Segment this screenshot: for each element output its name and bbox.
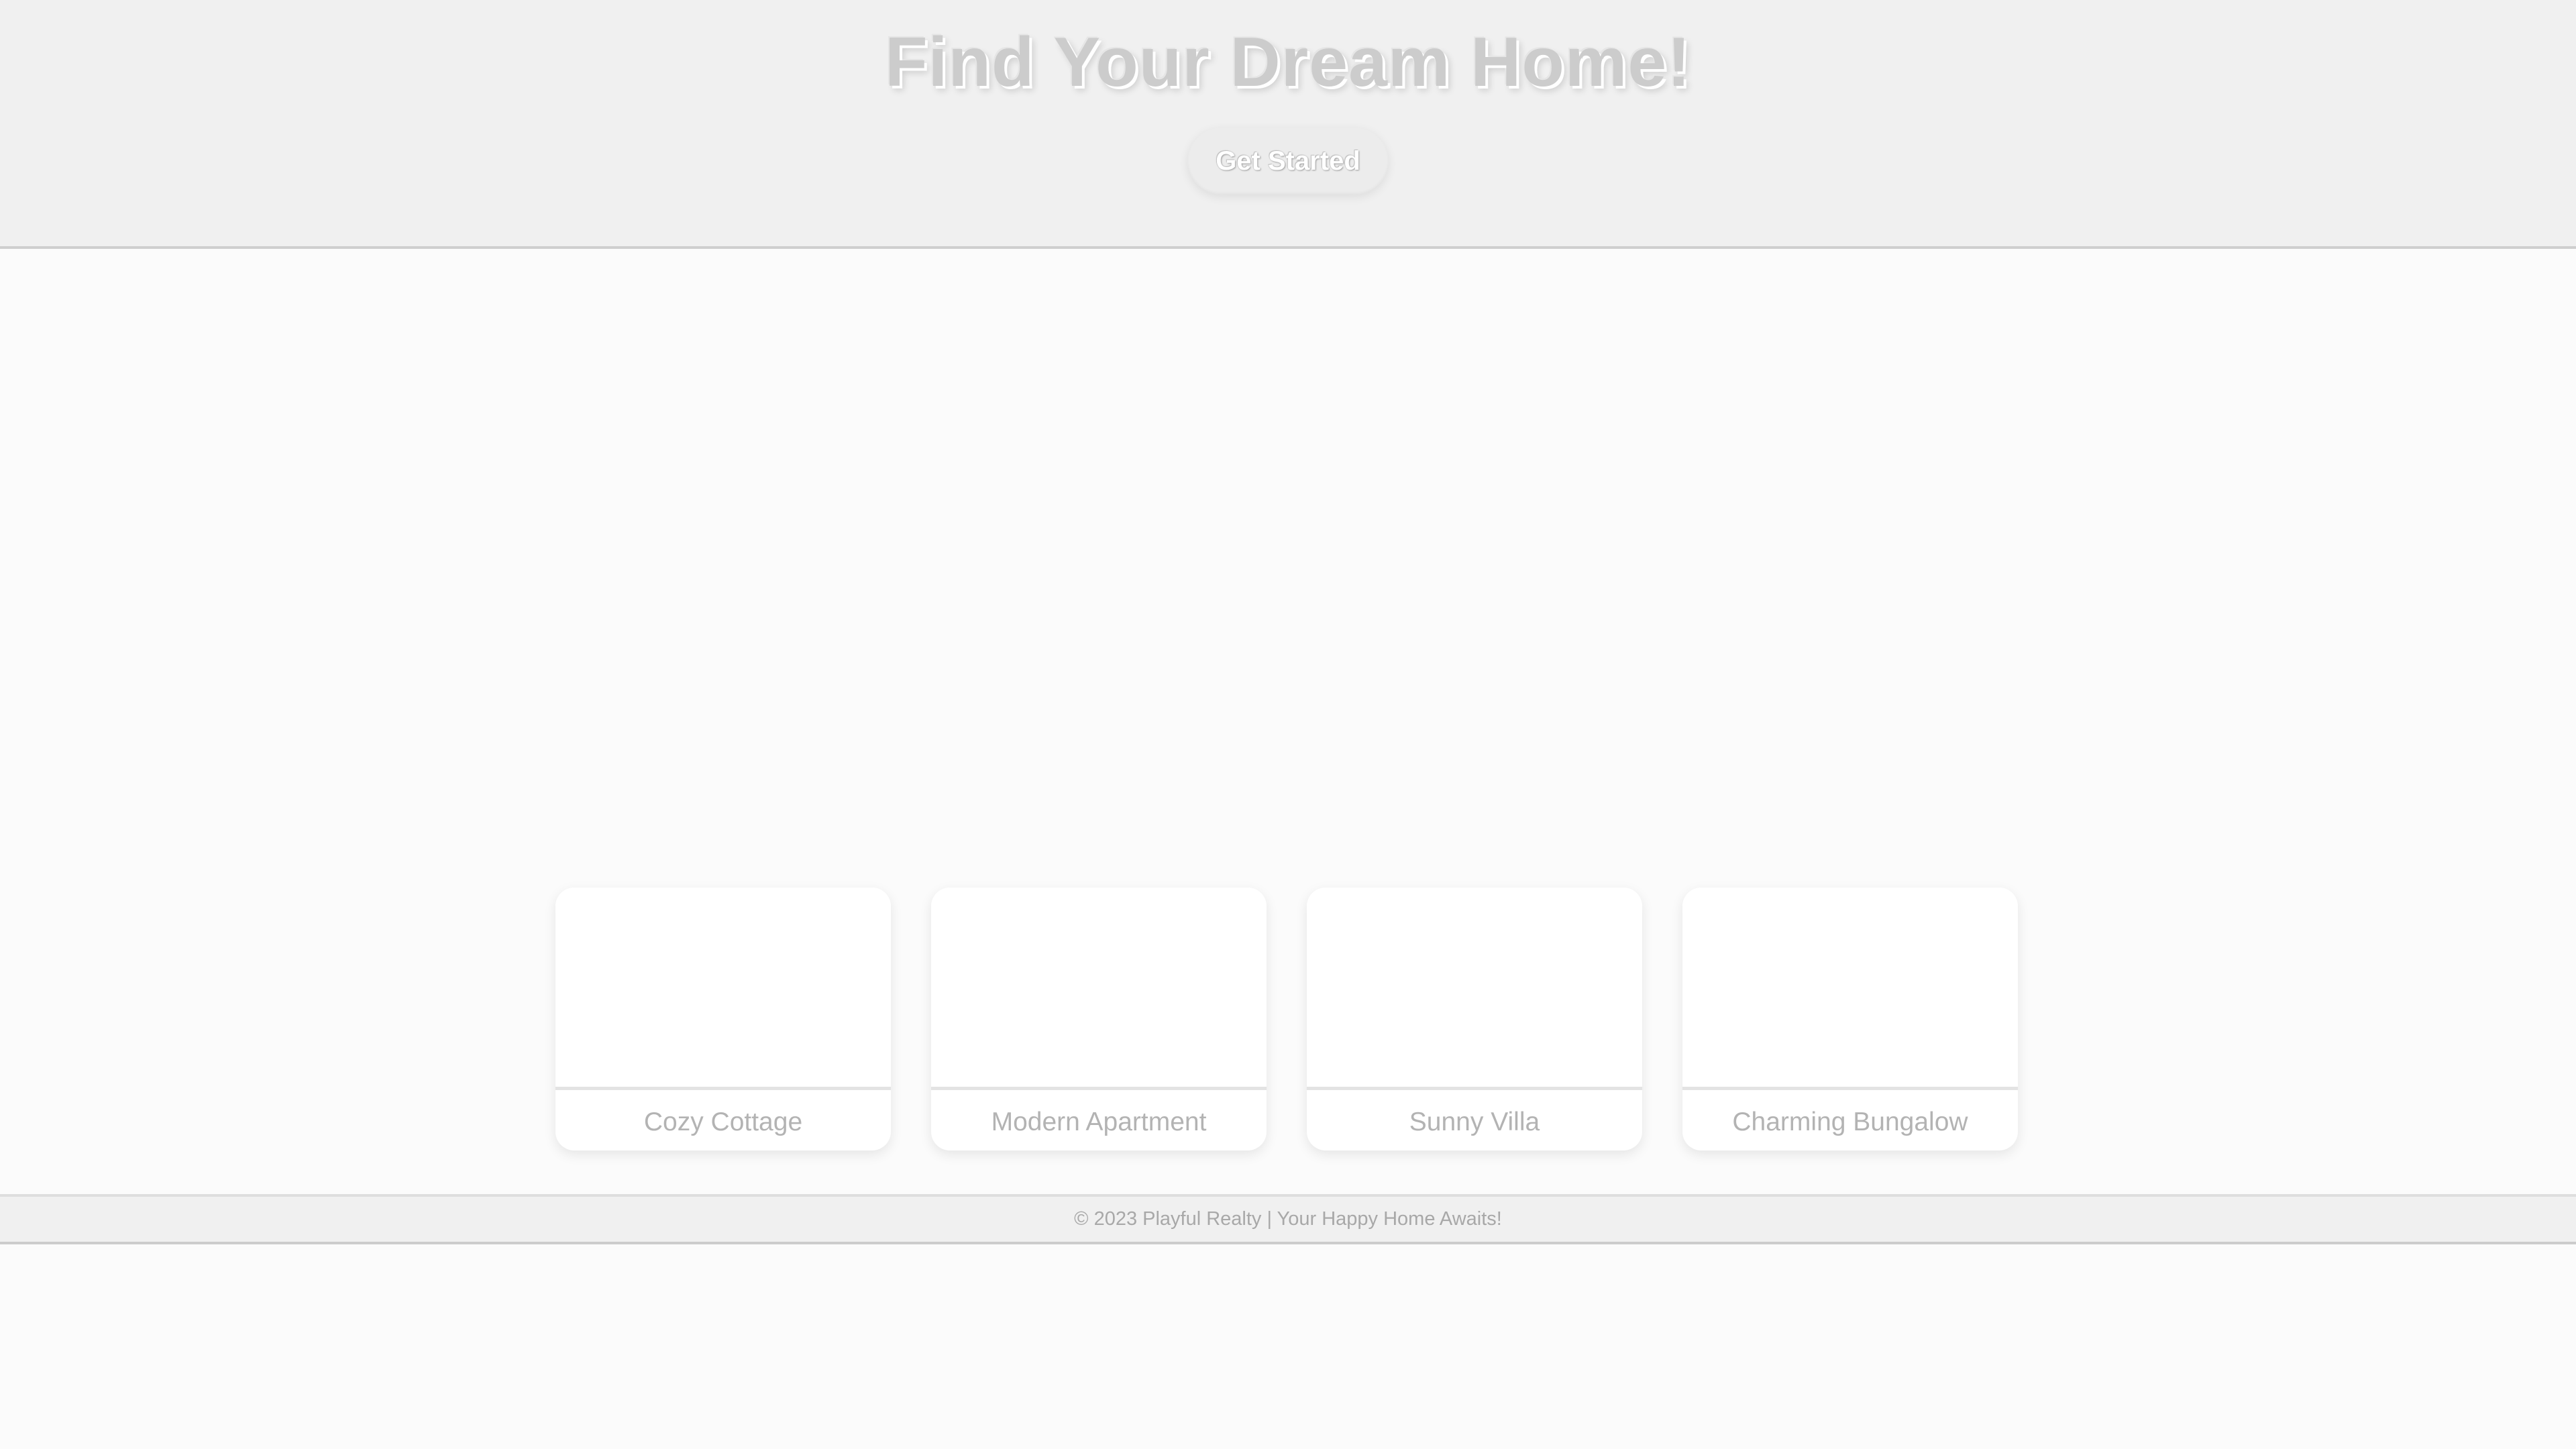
listing-card-modern-apartment[interactable]: Modern Apartment: [931, 888, 1267, 1150]
hero-title: Find Your Dream Home!: [885, 23, 1691, 101]
listing-image: [1682, 888, 2018, 1090]
page-footer: © 2023 Playful Realty | Your Happy Home …: [0, 1194, 2576, 1244]
listing-image: [1307, 888, 1642, 1090]
listing-title: Cozy Cottage: [643, 1108, 803, 1136]
listing-title: Charming Bungalow: [1732, 1108, 1968, 1136]
listing-card-charming-bungalow[interactable]: Charming Bungalow: [1682, 888, 2018, 1150]
listing-card-cozy-cottage[interactable]: Cozy Cottage: [555, 888, 891, 1150]
listing-image: [931, 888, 1267, 1090]
listing-title: Modern Apartment: [991, 1108, 1207, 1136]
listings-section: Cozy Cottage Modern Apartment Sunny Vill…: [0, 252, 2576, 1191]
footer-text: © 2023 Playful Realty | Your Happy Home …: [1074, 1208, 1502, 1230]
get-started-button[interactable]: Get Started: [1187, 127, 1389, 195]
listing-title: Sunny Villa: [1409, 1108, 1540, 1136]
listing-card-sunny-villa[interactable]: Sunny Villa: [1307, 888, 1642, 1150]
hero-section: Find Your Dream Home! Get Started: [0, 0, 2576, 249]
listing-image: [555, 888, 891, 1090]
